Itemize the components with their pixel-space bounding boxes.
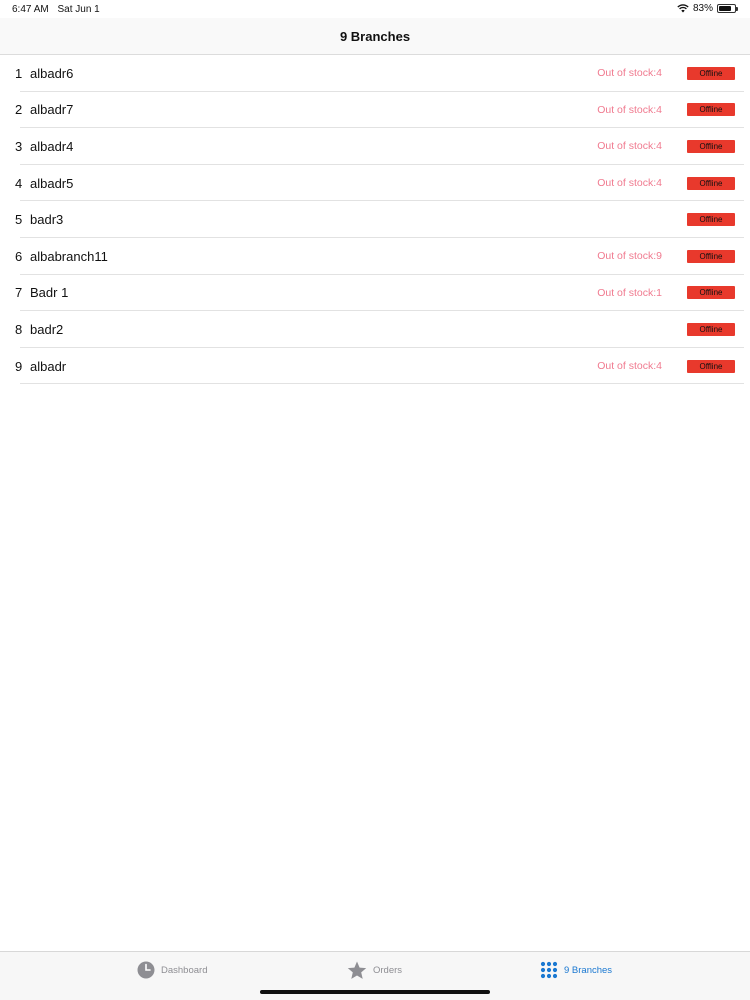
home-indicator: [260, 990, 490, 994]
tab-orders-label: Orders: [373, 965, 403, 976]
out-of-stock-label: Out of stock:4: [597, 103, 662, 116]
branch-index: 3: [15, 138, 23, 154]
grid-icon: [540, 961, 558, 979]
tab-dashboard[interactable]: Dashboard: [137, 961, 207, 979]
clock-icon: [137, 961, 155, 979]
branch-row-6[interactable]: 6 albabranch11 Out of stock:9 Offline: [0, 238, 750, 275]
branch-name: albadr6: [30, 65, 74, 81]
status-badge: Offline: [687, 213, 735, 227]
nav-bar: 9 Branches: [0, 18, 750, 55]
out-of-stock-label: Out of stock:9: [597, 250, 662, 263]
status-badge: Offline: [687, 322, 735, 336]
branch-index: 5: [15, 212, 23, 228]
branch-name: albadr5: [30, 175, 74, 191]
branch-row-8[interactable]: 8 badr2 Offline: [0, 311, 750, 348]
branch-row-4[interactable]: 4 albadr5 Out of stock:4 Offline: [0, 165, 750, 202]
tab-orders[interactable]: Orders: [347, 961, 402, 980]
out-of-stock-label: Out of stock:4: [597, 140, 662, 153]
status-badge: Offline: [687, 66, 735, 80]
status-left: 6:47 AM Sat Jun 1: [12, 4, 106, 15]
star-icon: [347, 961, 367, 979]
out-of-stock-label: Out of stock:4: [597, 177, 662, 190]
branch-list: 1 albadr6 Out of stock:4 Offline 2 albad…: [0, 55, 750, 384]
out-of-stock-label: Out of stock:4: [597, 67, 662, 80]
battery-level: [719, 6, 732, 11]
status-badge: Offline: [687, 103, 735, 117]
branch-name: badr3: [30, 212, 64, 228]
branch-index: 8: [15, 321, 23, 337]
branch-index: 9: [15, 358, 23, 374]
status-time: 6:47 AM: [12, 4, 49, 15]
tab-bar: Dashboard Orders 9 Branches: [0, 951, 750, 1000]
battery-icon: [717, 4, 738, 13]
branch-index: 6: [15, 248, 23, 264]
page-title: 9 Branches: [339, 28, 411, 44]
status-badge: Offline: [687, 286, 735, 300]
branch-name: albadr: [30, 358, 67, 374]
status-bar: 6:47 AM Sat Jun 1 83%: [0, 0, 750, 18]
branch-name: Badr 1: [30, 285, 69, 301]
branch-row-2[interactable]: 2 albadr7 Out of stock:4 Offline: [0, 92, 750, 129]
screen: 6:47 AM Sat Jun 1 83% 9 Branches 1 albad…: [0, 0, 750, 1000]
branch-index: 1: [15, 65, 23, 81]
branch-index: 4: [15, 175, 23, 191]
battery-percent: 83%: [692, 3, 713, 14]
status-date: Sat Jun 1: [57, 4, 100, 15]
branch-index: 7: [15, 285, 23, 301]
tab-branches[interactable]: 9 Branches: [540, 961, 612, 979]
branch-name: albadr4: [30, 138, 74, 154]
status-badge: Offline: [687, 359, 735, 373]
branch-row-3[interactable]: 3 albadr4 Out of stock:4 Offline: [0, 128, 750, 165]
branch-row-7[interactable]: 7 Badr 1 Out of stock:1 Offline: [0, 275, 750, 312]
branch-name: albabranch11: [30, 248, 108, 264]
status-badge: Offline: [687, 176, 735, 190]
branch-row-1[interactable]: 1 albadr6 Out of stock:4 Offline: [0, 55, 750, 92]
status-badge: Offline: [687, 139, 735, 153]
branch-index: 2: [15, 102, 23, 118]
branch-row-9[interactable]: 9 albadr Out of stock:4 Offline: [0, 348, 750, 385]
status-right: 83%: [677, 3, 738, 14]
out-of-stock-label: Out of stock:1: [597, 286, 662, 299]
branch-name: badr2: [30, 321, 64, 337]
wifi-icon: [677, 4, 689, 13]
branch-name: albadr7: [30, 102, 74, 118]
status-badge: Offline: [687, 249, 735, 263]
branch-row-5[interactable]: 5 badr3 Offline: [0, 201, 750, 238]
tab-branches-label: 9 Branches: [564, 964, 613, 976]
tab-dashboard-label: Dashboard: [161, 964, 208, 976]
out-of-stock-label: Out of stock:4: [597, 360, 662, 373]
